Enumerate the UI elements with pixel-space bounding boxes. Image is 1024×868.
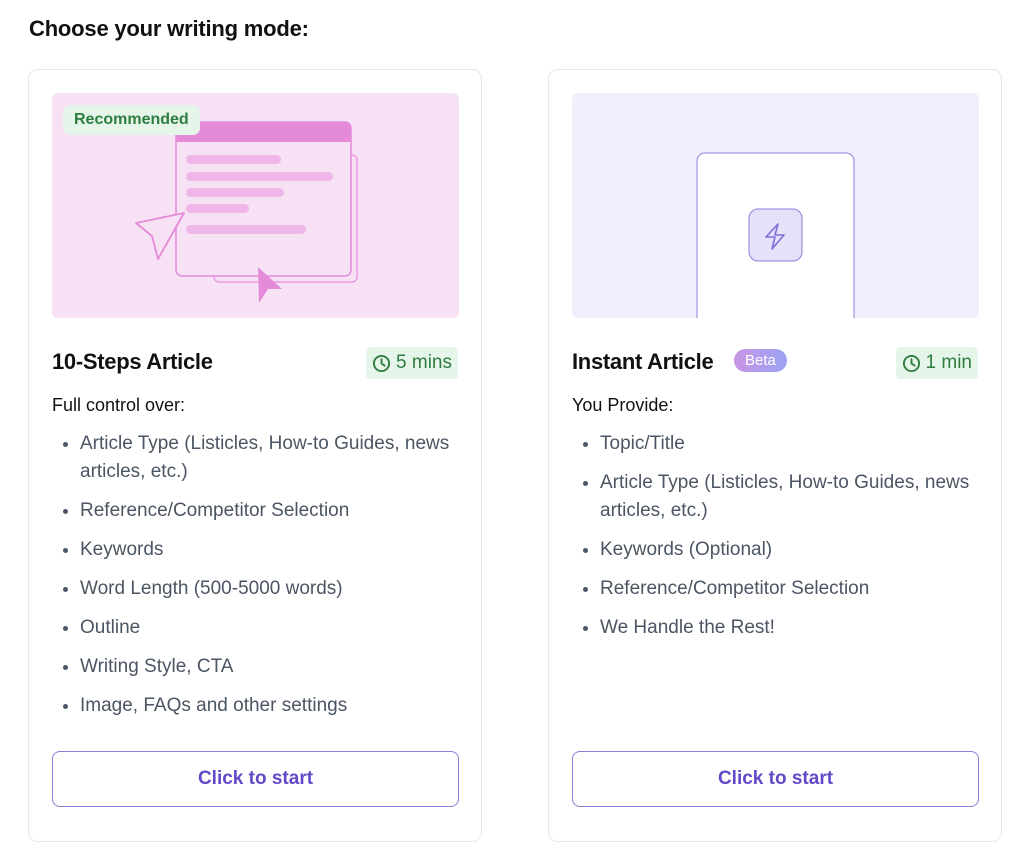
recommended-badge: Recommended xyxy=(63,105,200,135)
clock-icon xyxy=(372,354,391,372)
list-item: Reference/Competitor Selection xyxy=(52,497,452,525)
mode-card-10-steps: Recommended 10-Steps Article 5 mins Full… xyxy=(28,69,482,842)
card-title: 10-Steps Article xyxy=(52,349,213,374)
list-item: Keywords (Optional) xyxy=(572,536,972,564)
time-label: 5 mins xyxy=(396,352,452,373)
start-10-steps-button[interactable]: Click to start xyxy=(52,751,459,807)
time-label: 1 min xyxy=(925,352,972,373)
list-item: Word Length (500-5000 words) xyxy=(52,575,452,603)
list-item: Keywords xyxy=(52,536,452,564)
list-item: Topic/Title xyxy=(572,430,972,458)
list-item: We Handle the Rest! xyxy=(572,614,972,642)
page-title: Choose your writing mode: xyxy=(29,16,309,41)
list-item: Reference/Competitor Selection xyxy=(572,575,972,603)
hero-illustration: Recommended xyxy=(52,93,459,318)
clock-icon xyxy=(902,354,920,372)
beta-badge: Beta xyxy=(734,349,787,372)
card-title: Instant Article xyxy=(572,349,714,374)
time-badge: 1 min xyxy=(895,347,978,379)
list-item: Writing Style, CTA xyxy=(52,653,452,681)
features-list: Topic/Title Article Type (Listicles, How… xyxy=(572,430,972,653)
features-heading: You Provide: xyxy=(572,395,674,415)
list-item: Outline xyxy=(52,614,452,642)
features-list: Article Type (Listicles, How-to Guides, … xyxy=(52,430,452,731)
time-badge: 5 mins xyxy=(366,347,458,379)
list-item: Article Type (Listicles, How-to Guides, … xyxy=(52,430,452,486)
mode-card-instant: Instant Article Beta 1 min You Provide: … xyxy=(548,69,1002,842)
list-item: Article Type (Listicles, How-to Guides, … xyxy=(572,469,972,525)
list-item: Image, FAQs and other settings xyxy=(52,692,452,720)
start-instant-button[interactable]: Click to start xyxy=(572,751,979,807)
features-heading: Full control over: xyxy=(52,395,186,415)
phone-illustration xyxy=(696,152,855,318)
hero-illustration xyxy=(572,93,979,318)
